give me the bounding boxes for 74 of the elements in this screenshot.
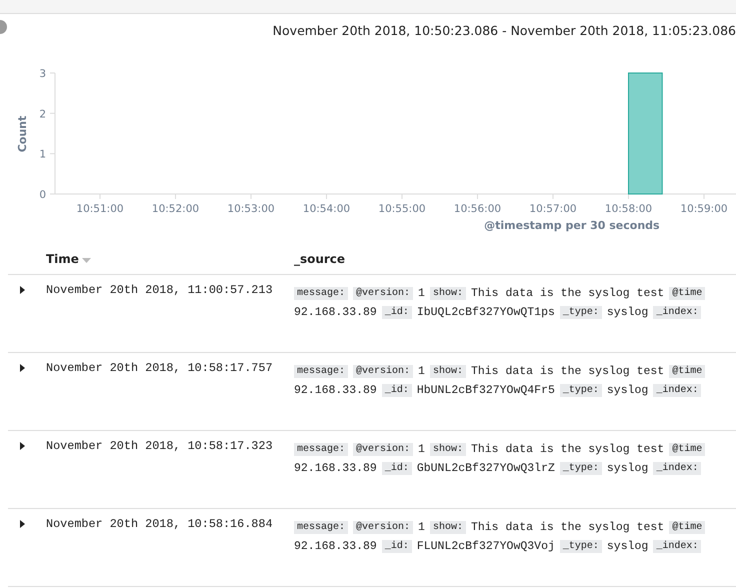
field-name: @version: <box>353 287 414 300</box>
expand-caret-icon[interactable] <box>20 442 26 450</box>
field-value: This data is the syslog test <box>470 287 664 300</box>
field-value: 1 <box>418 521 425 534</box>
field-value: syslog <box>606 306 648 319</box>
field-value: 92.168.33.89 <box>294 462 377 475</box>
y-tick-label: 2 <box>39 108 46 120</box>
field-name: _id: <box>382 540 412 553</box>
field-name: _id: <box>382 462 412 475</box>
field-value: This data is the syslog test <box>470 521 664 534</box>
field-value: IbUQL2cBf327YOwQT1ps <box>416 306 555 319</box>
column-header[interactable]: Time <box>46 252 79 266</box>
field-value: 92.168.33.89 <box>294 384 377 397</box>
field-name: show: <box>430 443 466 456</box>
time-range: November 20th 2018, 10:50:23.086 - November 20th 2018, 11:05:23.086 <box>272 22 736 38</box>
field-name: _index: <box>653 462 702 475</box>
field-name: _index: <box>653 540 702 553</box>
y-tick-label: 0 <box>39 189 46 201</box>
field-name: @time <box>669 443 706 456</box>
timestamp-cell-text: November 20th 2018, 10:58:16.884 <box>46 517 274 533</box>
field-name: @time <box>669 365 706 378</box>
field-value: GbUNL2cBf327YOwQ3lrZ <box>416 462 555 475</box>
field-name: _id: <box>382 306 412 319</box>
x-tick-label: 10:56:00 <box>454 203 502 215</box>
field-name: show: <box>430 287 466 300</box>
field-value: 1 <box>418 365 425 378</box>
x-axis-title: @timestamp per 30 seconds <box>484 219 660 232</box>
field-name: message: <box>294 521 348 534</box>
field-name: _type: <box>560 462 602 475</box>
x-tick-label: 10:54:00 <box>302 203 350 215</box>
field-value: 92.168.33.89 <box>294 540 377 553</box>
field-name: _index: <box>653 384 702 397</box>
timestamp-cell-text: November 20th 2018, 11:00:57.213 <box>46 283 274 299</box>
column-header[interactable]: _source <box>294 252 346 266</box>
field-value: 1 <box>418 287 425 300</box>
field-name: _type: <box>560 540 602 553</box>
field-name: message: <box>294 287 348 300</box>
field-name: message: <box>294 365 348 378</box>
timestamp-cell-text: November 20th 2018, 10:58:17.323 <box>46 439 274 455</box>
field-value: This data is the syslog test <box>470 365 664 378</box>
field-value: syslog <box>606 384 648 397</box>
x-tick-label: 10:55:00 <box>378 203 426 215</box>
field-name: _id: <box>382 384 412 397</box>
field-name: _type: <box>560 384 602 397</box>
field-name: @time <box>669 287 706 300</box>
expand-caret-icon[interactable] <box>20 286 26 294</box>
expand-caret-icon[interactable] <box>20 364 26 372</box>
field-name: @version: <box>353 521 414 534</box>
field-name: @version: <box>353 443 414 456</box>
y-tick-label: 1 <box>39 148 46 161</box>
y-axis-title: Count <box>16 116 29 152</box>
x-tick-label: 10:51:00 <box>76 203 124 215</box>
timestamp-cell-text: November 20th 2018, 10:58:17.757 <box>46 361 274 377</box>
x-tick-label: 10:59:00 <box>680 203 728 215</box>
field-value: 1 <box>418 443 425 456</box>
expand-caret-icon[interactable] <box>20 520 26 528</box>
field-value: HbUNL2cBf327YOwQ4Fr5 <box>416 384 555 397</box>
x-tick-label: 10:58:00 <box>604 203 652 215</box>
field-name: @time <box>669 521 706 534</box>
field-value: FLUNL2cBf327YOwQ3Voj <box>416 540 555 553</box>
x-tick-label: 10:52:00 <box>152 203 200 215</box>
field-name: show: <box>430 365 466 378</box>
x-tick-label: 10:57:00 <box>529 203 577 215</box>
field-value: syslog <box>606 462 648 475</box>
y-tick-label: 3 <box>39 68 46 80</box>
field-name: _index: <box>653 306 702 319</box>
field-value: 92.168.33.89 <box>294 306 377 319</box>
field-name: @version: <box>353 365 414 378</box>
x-tick-label: 10:53:00 <box>227 203 275 215</box>
field-name: show: <box>430 521 466 534</box>
field-value: syslog <box>606 540 648 553</box>
field-name: _type: <box>560 306 602 319</box>
field-value: This data is the syslog test <box>470 443 664 456</box>
field-name: message: <box>294 443 348 456</box>
